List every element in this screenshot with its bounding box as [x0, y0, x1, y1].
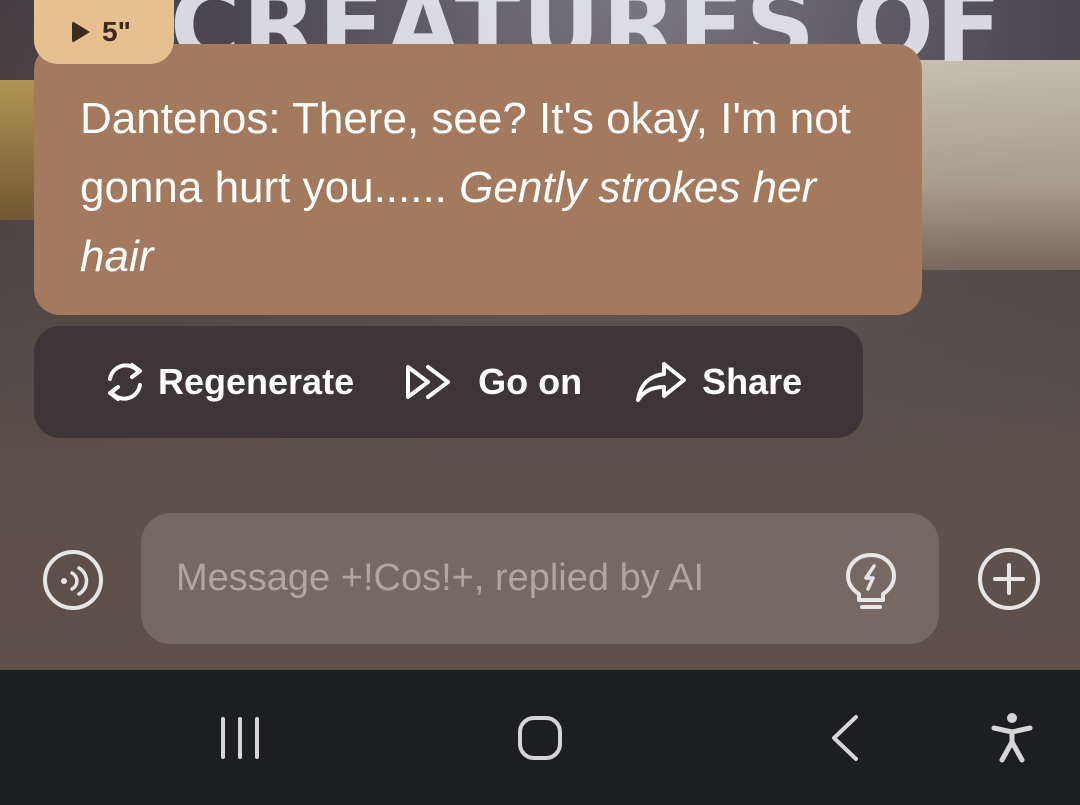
voice-mode-button[interactable]	[42, 549, 104, 611]
accessibility-icon	[991, 712, 1033, 762]
message-action-bar: Regenerate Go on Share	[34, 326, 863, 438]
voice-duration: 5"	[102, 16, 131, 47]
message-input[interactable]: Message +!Cos!+, replied by AI	[141, 513, 939, 644]
voice-mode-icon	[43, 550, 103, 610]
background-deco-right	[910, 60, 1080, 270]
regenerate-label: Regenerate	[158, 361, 355, 402]
fast-forward-icon	[406, 365, 451, 399]
home-button[interactable]	[500, 670, 580, 805]
back-icon	[832, 714, 858, 761]
share-button[interactable]: Share	[634, 360, 802, 404]
plus-circle-icon	[978, 548, 1040, 610]
refresh-icon	[108, 363, 142, 401]
go-on-label: Go on	[478, 361, 583, 402]
recent-apps-button[interactable]	[200, 670, 280, 805]
regenerate-button[interactable]: Regenerate	[98, 355, 354, 409]
recent-apps-icon	[221, 716, 259, 759]
go-on-button[interactable]: Go on	[404, 361, 582, 403]
home-icon	[518, 715, 562, 760]
add-attachment-button[interactable]	[977, 547, 1041, 611]
share-icon	[636, 362, 687, 402]
voice-playback-tag[interactable]: 5"	[34, 0, 174, 64]
back-button[interactable]	[805, 670, 885, 805]
lightbulb-icon[interactable]	[843, 551, 899, 613]
message-text: Dantenos: There, see? It's okay, I'm not…	[80, 84, 876, 291]
message-input-placeholder: Message +!Cos!+, replied by AI	[176, 557, 705, 599]
accessibility-button[interactable]	[972, 670, 1052, 805]
ai-message-bubble[interactable]: Dantenos: There, see? It's okay, I'm not…	[34, 44, 922, 315]
chat-screen: CREATURES OF Dantenos: There, see? It's …	[0, 0, 1080, 805]
share-label: Share	[702, 361, 803, 402]
play-icon	[72, 21, 90, 43]
system-navigation-bar	[0, 670, 1080, 805]
